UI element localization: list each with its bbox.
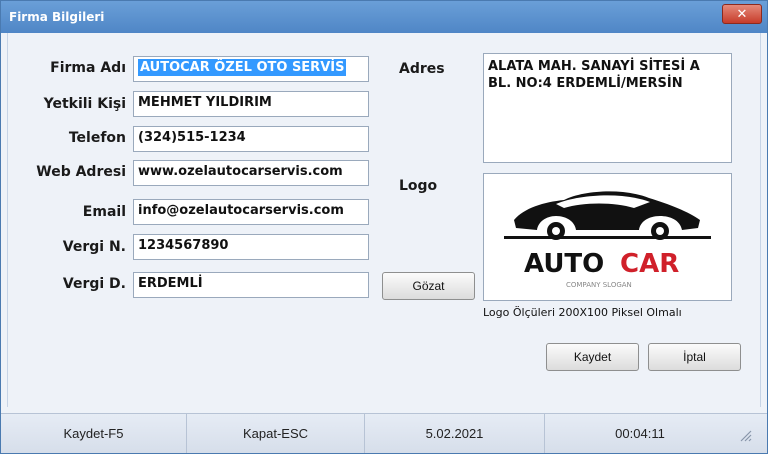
resize-grip-icon[interactable] [740, 430, 752, 442]
vergi-d-value: ERDEMLİ [138, 276, 203, 291]
save-button[interactable]: Kaydet [546, 343, 639, 371]
telefon-label: Telefon [68, 130, 126, 146]
adres-textarea[interactable]: ALATA MAH. SANAYİ SİTESİ A BL. NO:4 ERDE… [483, 53, 732, 163]
adres-label: Adres [399, 61, 445, 77]
title-bar[interactable]: Firma Bilgileri ✕ [1, 1, 767, 33]
status-close-hotkey: Kapat-ESC [187, 414, 365, 453]
web-field[interactable]: www.ozelautocarservis.com [133, 160, 369, 186]
status-bar: Kaydet-F5 Kapat-ESC 5.02.2021 00:04:11 [1, 413, 767, 453]
adres-line-1: ALATA MAH. SANAYİ SİTESİ A [488, 59, 700, 74]
vergi-d-label: Vergi D. [62, 276, 126, 292]
logo-size-hint: Logo Ölçüleri 200X100 Piksel Olmalı [483, 306, 682, 319]
logo-preview: AUTO CAR COMPANY SLOGAN [483, 173, 732, 301]
logo-slogan: COMPANY SLOGAN [566, 281, 632, 289]
adres-line-2: BL. NO:4 ERDEMLİ/MERSİN [488, 76, 683, 91]
email-value: info@ozelautocarservis.com [138, 203, 344, 218]
email-field[interactable]: info@ozelautocarservis.com [133, 199, 369, 225]
car-logo-image: AUTO CAR COMPANY SLOGAN [504, 191, 711, 289]
web-value: www.ozelautocarservis.com [138, 164, 343, 179]
logo-text-car: CAR [620, 249, 679, 279]
browse-button[interactable]: Gözat [382, 272, 475, 300]
firma-bilgileri-window: Firma Bilgileri ✕ Firma Adı Yetkili Kişi… [0, 0, 768, 454]
firma-adi-label: Firma Adı [50, 60, 126, 76]
vergi-no-field[interactable]: 1234567890 [133, 234, 369, 260]
close-icon: ✕ [736, 7, 748, 22]
firma-adi-field[interactable]: AUTOCAR ÖZEL OTO SERVİS [133, 56, 369, 82]
vergi-no-label: Vergi N. [62, 239, 126, 255]
vergi-d-field[interactable]: ERDEMLİ [133, 272, 369, 298]
window-title: Firma Bilgileri [9, 10, 105, 24]
yetkili-value: MEHMET YILDIRIM [138, 95, 272, 110]
logo-text-auto: AUTO [524, 249, 604, 279]
cancel-button[interactable]: İptal [648, 343, 741, 371]
yetkili-label: Yetkili Kişi [43, 96, 126, 112]
telefon-field[interactable]: (324)515-1234 [133, 126, 369, 152]
telefon-value: (324)515-1234 [138, 130, 246, 145]
close-button[interactable]: ✕ [722, 4, 762, 24]
yetkili-field[interactable]: MEHMET YILDIRIM [133, 91, 369, 117]
firma-adi-value: AUTOCAR ÖZEL OTO SERVİS [138, 59, 347, 76]
web-label: Web Adresi [36, 164, 126, 180]
status-time: 00:04:11 [615, 426, 665, 441]
status-save-hotkey: Kaydet-F5 [1, 414, 187, 453]
email-label: Email [82, 204, 126, 220]
status-date: 5.02.2021 [365, 414, 545, 453]
vergi-no-value: 1234567890 [138, 238, 229, 253]
logo-label: Logo [399, 178, 438, 194]
